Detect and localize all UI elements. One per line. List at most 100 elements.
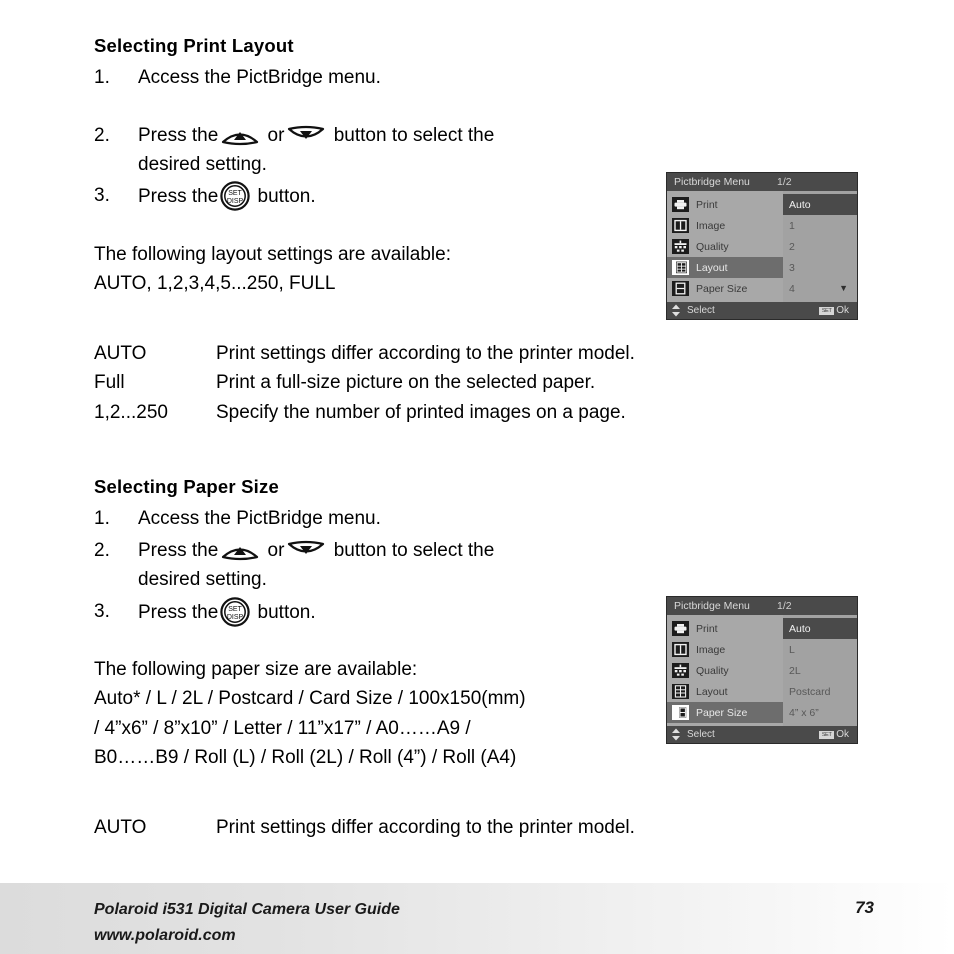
lcd-value-item[interactable]: 3	[783, 257, 857, 278]
lcd-values-column: Auto 1 2 3 4 ▼	[783, 191, 857, 302]
lcd-value-label: L	[789, 643, 795, 656]
camera-lcd-layout-menu: Pictbridge Menu 1/2 Print Image Quality …	[666, 172, 858, 320]
step-text: Access the PictBridge menu.	[138, 67, 381, 89]
lcd-value-item[interactable]: 4 ▼	[783, 278, 857, 299]
lcd-value-label: Postcard	[789, 685, 831, 698]
layout-definitions-list: AUTO Print settings differ according to …	[94, 339, 894, 427]
page-footer: Polaroid i531 Digital Camera User Guide …	[0, 883, 954, 954]
lcd-menu-item-label: Paper Size	[696, 282, 748, 295]
lcd-value-item[interactable]: Auto	[783, 194, 857, 215]
lcd-menu-item-print[interactable]: Print	[667, 194, 783, 215]
definition-term: Full	[94, 372, 125, 394]
footer-page-number: 73	[855, 898, 874, 917]
definition-term: 1,2...250	[94, 401, 168, 423]
lcd-menu-item-image[interactable]: Image	[667, 639, 783, 660]
up-down-arrows-icon	[671, 728, 681, 741]
paper-size-icon	[672, 705, 689, 720]
lcd-value-label: 1	[789, 219, 795, 232]
lcd-footer-ok: SET Ok	[819, 729, 849, 740]
lcd-menu-item-layout[interactable]: Layout	[667, 257, 783, 278]
definition-description: Specify the number of printed images on …	[216, 401, 626, 423]
lcd-menu-item-paper-size[interactable]: Paper Size	[667, 278, 783, 299]
definition-description: Print a full-size picture on the selecte…	[216, 372, 596, 394]
lcd-footer-select-label: Select	[687, 729, 715, 740]
manual-page: Selecting Print Layout 1. Access the Pic…	[0, 0, 954, 954]
set-badge-icon: SET	[819, 730, 835, 739]
definition-description: Print settings differ according to the p…	[216, 342, 635, 364]
lcd-footer-ok-label: Ok	[836, 305, 849, 316]
lcd-menu-item-label: Print	[696, 622, 718, 635]
lcd-footer-ok: SET Ok	[819, 305, 849, 316]
lcd-menu-item-paper-size[interactable]: Paper Size	[667, 702, 783, 723]
page-title-paper-size: Selecting Paper Size	[94, 476, 279, 498]
lcd-value-label: 3	[789, 261, 795, 274]
lcd-value-item[interactable]: 4” x 6”	[783, 702, 857, 723]
step-text-before: Press the	[138, 186, 219, 208]
lcd-menu-item-label: Print	[696, 198, 718, 211]
lcd-footer-select-label: Select	[687, 305, 715, 316]
step-text-after: button.	[257, 601, 316, 623]
lcd-menu-item-layout[interactable]: Layout	[667, 681, 783, 702]
lcd-value-item[interactable]: Auto	[783, 618, 857, 639]
lcd-body: Print Image Quality Layout Paper Size Au…	[667, 615, 857, 726]
svg-text:SET: SET	[228, 606, 242, 613]
layout-icon	[672, 684, 689, 699]
lcd-value-item[interactable]: 1	[783, 215, 857, 236]
up-down-arrows-icon	[671, 304, 681, 317]
lcd-value-item[interactable]: 2	[783, 236, 857, 257]
lcd-menu-item-label: Image	[696, 643, 726, 656]
set-badge-icon: SET	[819, 306, 835, 315]
definition-row: AUTO Print settings differ according to …	[94, 813, 894, 842]
lcd-menu-item-label: Image	[696, 219, 726, 232]
steps-list-print-layout: 1. Access the PictBridge menu.	[94, 63, 894, 92]
step-text-after: button to select the	[333, 539, 495, 561]
step-number: 3.	[94, 185, 110, 207]
svg-text:DISP: DISP	[227, 199, 244, 206]
step-number: 1.	[94, 67, 110, 89]
lcd-menu-item-label: Layout	[696, 261, 728, 274]
lcd-menu-item-image[interactable]: Image	[667, 215, 783, 236]
lcd-value-label: 2L	[789, 664, 801, 677]
lcd-value-item[interactable]: L	[783, 639, 857, 660]
definition-description: Print settings differ according to the p…	[216, 816, 635, 838]
lcd-menu-item-label: Quality	[696, 240, 729, 253]
step-text-before: Press the	[138, 601, 219, 623]
lcd-footer-ok-label: Ok	[836, 729, 849, 740]
lcd-value-item[interactable]: Postcard	[783, 681, 857, 702]
image-icon	[672, 218, 689, 233]
paper-size-icon	[672, 281, 689, 296]
step-text-before: Press the	[138, 124, 219, 146]
definition-row: AUTO Print settings differ according to …	[94, 339, 894, 368]
lcd-menu-item-print[interactable]: Print	[667, 618, 783, 639]
lcd-menu-item-quality[interactable]: Quality	[667, 660, 783, 681]
printer-icon	[672, 197, 689, 212]
lcd-value-label: 4” x 6”	[789, 706, 819, 719]
step-item: 2. Press the or button to select the des…	[94, 121, 894, 180]
step-text-line: Press the or button to select the	[138, 536, 894, 565]
step-text-before: Press the	[138, 539, 219, 561]
lcd-menu-item-quality[interactable]: Quality	[667, 236, 783, 257]
lcd-menu-title: Pictbridge Menu	[674, 600, 750, 612]
svg-text:DISP: DISP	[227, 614, 244, 621]
arrow-down-button-icon	[286, 539, 326, 561]
image-icon	[672, 642, 689, 657]
definition-row: 1,2...250 Specify the number of printed …	[94, 398, 894, 427]
lcd-value-item[interactable]: 2L	[783, 660, 857, 681]
lcd-footer: Select SET Ok	[667, 726, 857, 743]
step-text-mid: or	[267, 539, 285, 561]
layout-icon	[672, 260, 689, 275]
lcd-page-indicator: 1/2	[777, 176, 792, 188]
lcd-menu-item-label: Quality	[696, 664, 729, 677]
lcd-header: Pictbridge Menu 1/2	[667, 173, 857, 191]
lcd-value-label: 2	[789, 240, 795, 253]
step-text-wrap: desired setting.	[138, 569, 267, 591]
step-number: 3.	[94, 600, 110, 622]
lcd-footer: Select SET Ok	[667, 302, 857, 319]
chevron-down-icon[interactable]: ▼	[839, 284, 848, 293]
quality-icon	[672, 663, 689, 678]
step-item: 1. Access the PictBridge menu.	[94, 504, 894, 533]
quality-icon	[672, 239, 689, 254]
lcd-value-label: Auto	[789, 622, 811, 635]
footer-product-name: Polaroid i531 Digital Camera User Guide	[94, 901, 400, 918]
